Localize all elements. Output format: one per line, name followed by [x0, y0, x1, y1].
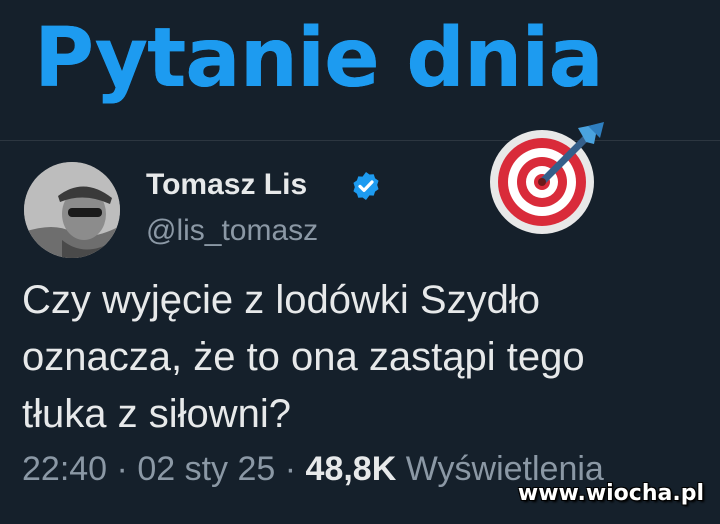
- author-name[interactable]: Tomasz Lis: [146, 168, 307, 202]
- tweet-text-line: oznacza, że to ona zastąpi tego: [22, 335, 585, 379]
- views-count[interactable]: 48,8K: [306, 450, 397, 488]
- avatar[interactable]: [24, 162, 120, 258]
- banner-title: Pytanie dnia: [34, 11, 604, 106]
- tweet-text: Czy wyjęcie z lodówki Szydło oznacza, że…: [22, 272, 702, 443]
- tweet-time[interactable]: 22:40: [22, 450, 107, 488]
- tweet-date[interactable]: 02 sty 25: [137, 450, 275, 488]
- avatar-photo-icon: [24, 162, 120, 258]
- site-watermark: www.wiocha.pl: [517, 481, 704, 506]
- direct-hit-target-icon: [490, 122, 604, 234]
- verified-badge-icon: [353, 172, 379, 200]
- divider: [0, 140, 720, 141]
- meta-separator: ·: [116, 450, 128, 488]
- title-banner: Pytanie dnia: [0, 0, 720, 140]
- author-handle[interactable]: @lis_tomasz: [146, 214, 318, 248]
- tweet-text-line: Czy wyjęcie z lodówki Szydło: [22, 278, 540, 322]
- tweet-meta: 22:40 · 02 sty 25 · 48,8K Wyświetlenia: [22, 450, 604, 489]
- tweet-text-line: tłuka z siłowni?: [22, 392, 292, 436]
- meta-separator: ·: [284, 450, 297, 488]
